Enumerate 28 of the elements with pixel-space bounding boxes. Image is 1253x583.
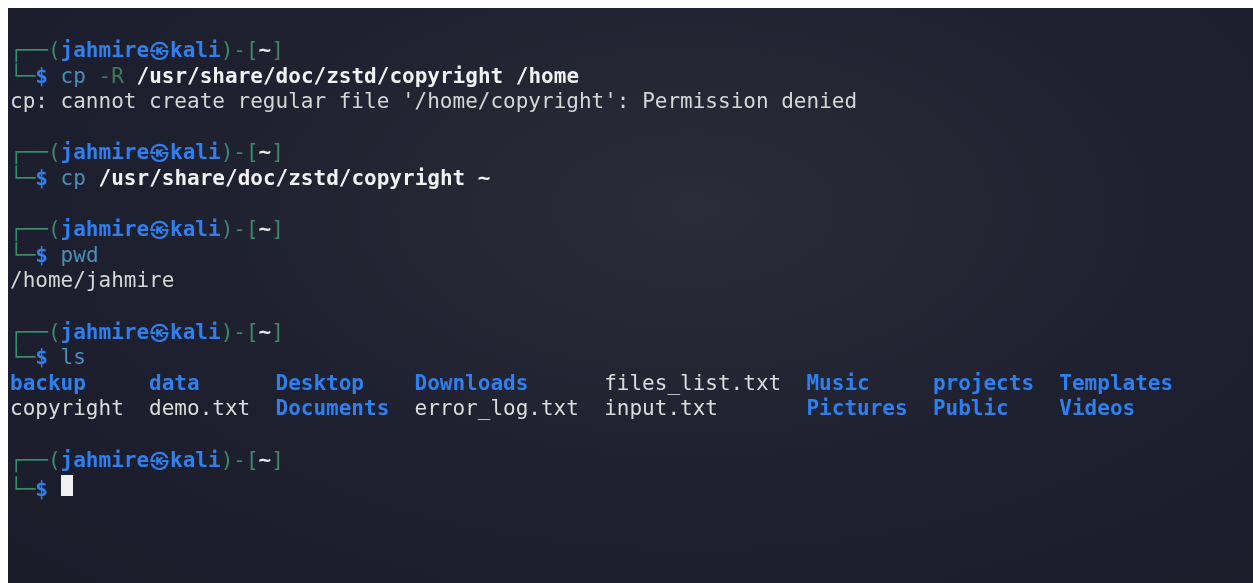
directory-name: data <box>149 370 200 395</box>
prompt-line: ┌──(jahmire㉿kali)-[~] <box>10 140 284 165</box>
file-name: input.txt <box>604 396 718 421</box>
output-text: cp: cannot create regular file '/home/copyright': Permission denied <box>10 89 858 114</box>
directory-name: backup <box>10 370 86 395</box>
file-name: demo.txt <box>149 396 251 421</box>
directory-name: Videos <box>1059 396 1136 421</box>
file-name: copyright <box>10 396 124 421</box>
prompt-line: ┌──(jahmire㉿kali)-[~] <box>10 447 284 474</box>
command-line: └─$ <box>10 473 73 499</box>
command-line: └─$ ls <box>10 345 86 371</box>
output-text: /home/jahmire <box>10 268 175 293</box>
directory-name: Documents <box>275 396 390 421</box>
directory-name: Downloads <box>414 370 529 395</box>
prompt-line: ┌──(jahmire㉿kali)-[~] <box>10 217 284 242</box>
file-name: files_list.txt <box>604 370 782 395</box>
directory-name: projects <box>932 370 1035 395</box>
command-line: └─$ pwd <box>10 242 99 269</box>
directory-name: Music <box>806 370 870 395</box>
directory-name: Desktop <box>275 370 364 395</box>
file-name: error_log.txt <box>414 396 579 421</box>
command-line: └─$ cp -R /usr/share/doc/zstd/copyright /home <box>10 63 580 90</box>
directory-name: Pictures <box>806 396 908 421</box>
prompt-line: ┌──(jahmire㉿kali)-[~] <box>10 38 284 63</box>
command-line: └─$ cp /usr/share/doc/zstd/copyright ~ <box>10 165 491 192</box>
prompt-line: ┌──(jahmire㉿kali)-[~] <box>10 319 284 345</box>
directory-name: Public <box>932 396 1009 421</box>
directory-name: Templates <box>1059 370 1174 395</box>
